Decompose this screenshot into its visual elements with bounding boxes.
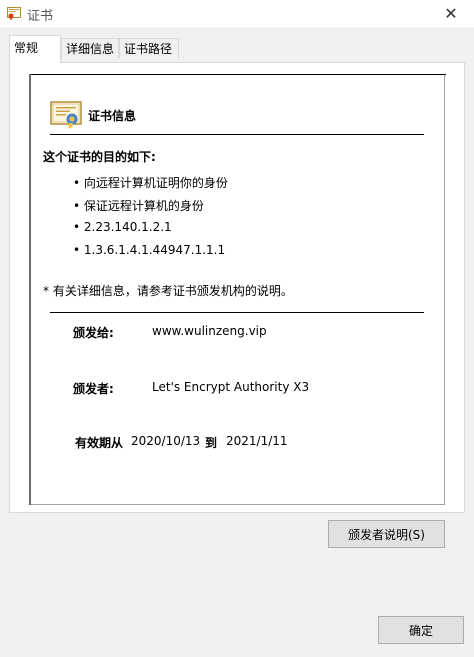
certificate-icon: [50, 100, 82, 130]
button-label: 确定: [408, 623, 433, 638]
tab-general[interactable]: 常规: [9, 35, 61, 63]
info-box-top-border: [29, 74, 446, 75]
tab-certification-path[interactable]: 证书路径: [119, 38, 179, 58]
close-icon: ✕: [444, 4, 458, 23]
info-box-left-border: [29, 74, 31, 505]
purpose-item: • 1.3.6.1.4.1.44947.1.1.1: [73, 243, 226, 257]
valid-to-value: 2021/1/11: [226, 434, 288, 448]
purpose-item: • 向远程计算机证明你的身份: [73, 176, 228, 190]
purpose-heading: 这个证书的目的如下:: [43, 150, 156, 164]
issued-to-label: 颁发给:: [73, 326, 114, 340]
tab-details[interactable]: 详细信息: [61, 38, 119, 58]
issued-by-value: Let's Encrypt Authority X3: [152, 380, 310, 394]
issued-by-label: 颁发者:: [73, 382, 114, 396]
button-label: 颁发者说明(S): [348, 527, 425, 542]
issuer-statement-button[interactable]: 颁发者说明(S): [328, 520, 445, 548]
purpose-item: • 2.23.140.1.2.1: [73, 220, 172, 234]
title-divider: [50, 134, 424, 135]
ok-button[interactable]: 确定: [378, 616, 464, 644]
window-title: 证书: [27, 9, 54, 24]
window-titlebar: 证书 ✕: [0, 0, 474, 27]
valid-from-value: 2020/10/13: [131, 434, 201, 448]
certificate-app-icon: [7, 6, 21, 20]
tab-label: 详细信息: [66, 42, 115, 56]
valid-from-label: 有效期从: [75, 436, 124, 450]
issued-to-value: www.wulinzeng.vip: [152, 324, 267, 338]
close-button[interactable]: ✕: [428, 0, 474, 27]
details-note: * 有关详细信息，请参考证书颁发机构的说明。: [43, 284, 293, 298]
tab-bar: 常规 详细信息 证书路径: [0, 27, 474, 63]
tab-label: 证书路径: [124, 42, 173, 56]
certificate-info-title: 证书信息: [88, 109, 137, 123]
tab-label: 常规: [14, 41, 39, 55]
valid-to-label: 到: [205, 436, 218, 450]
purpose-item: • 保证远程计算机的身份: [73, 199, 204, 213]
note-divider: [50, 312, 424, 313]
